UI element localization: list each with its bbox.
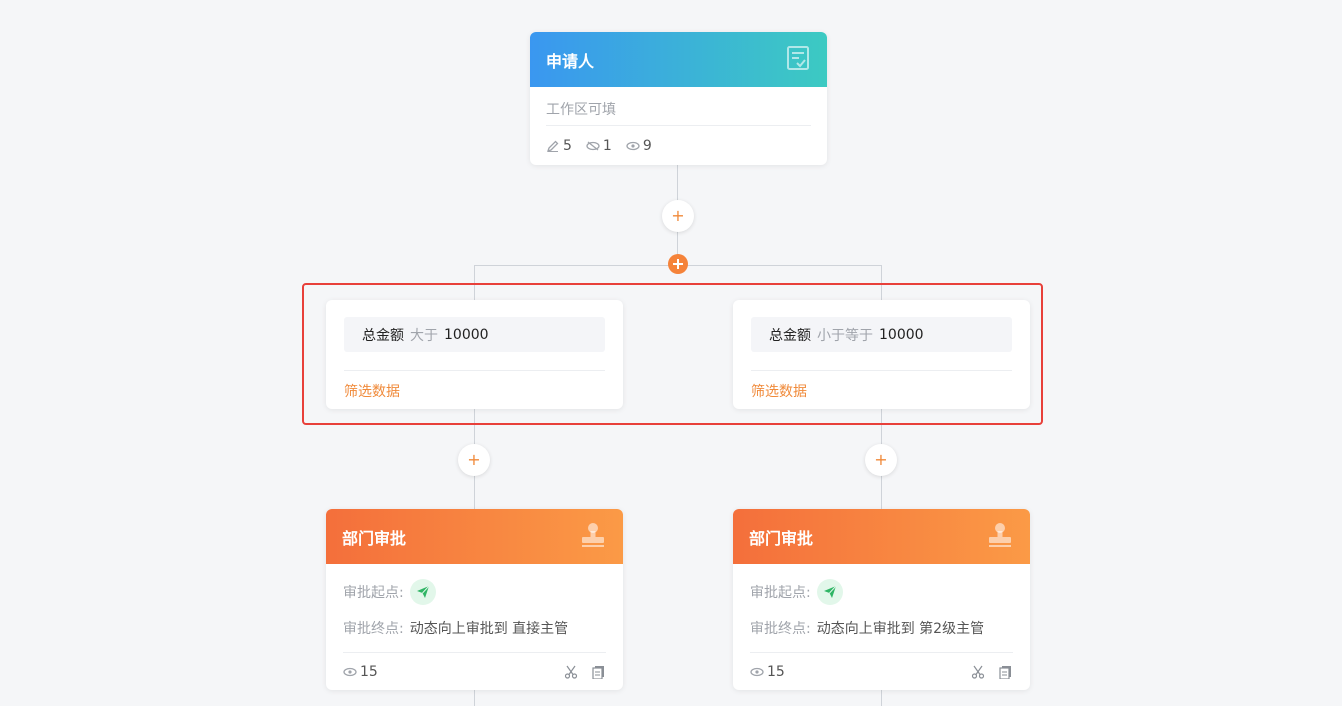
- add-node-button[interactable]: +: [865, 444, 897, 476]
- hidden-stat: 1: [586, 138, 612, 154]
- approval-node-title: 部门审批: [749, 528, 814, 548]
- hidden-count: 1: [602, 138, 612, 154]
- condition-expression: 总金额 大于 10000: [344, 317, 605, 352]
- field-permission-stats: 5 1 9: [546, 126, 811, 165]
- add-node-button[interactable]: +: [662, 200, 694, 232]
- connector-line: [474, 690, 475, 706]
- visible-stat: 15: [750, 664, 785, 680]
- approval-start-row: 审批起点:: [343, 574, 606, 610]
- approval-node-header: 部门审批: [326, 509, 623, 564]
- condition-operator: 小于等于: [817, 327, 873, 344]
- copy-icon[interactable]: [592, 665, 606, 679]
- copy-icon[interactable]: [999, 665, 1013, 679]
- connector-line: [881, 690, 882, 706]
- approval-end-label: 审批终点:: [343, 621, 404, 637]
- scissors-icon[interactable]: [564, 665, 578, 679]
- applicant-node-title: 申请人: [546, 51, 595, 71]
- condition-field: 总金额: [769, 327, 811, 344]
- add-branch-button[interactable]: [668, 254, 688, 274]
- approval-end-label: 审批终点:: [750, 621, 811, 637]
- condition-node-card[interactable]: 总金额 大于 10000 筛选数据: [326, 300, 623, 409]
- form-icon: [787, 45, 809, 74]
- approval-node-title: 部门审批: [342, 528, 407, 548]
- approval-end-row: 审批终点: 动态向上审批到 直接主管: [343, 610, 606, 646]
- approval-start-label: 审批起点:: [750, 585, 811, 601]
- approval-end-value: 动态向上审批到 直接主管: [409, 621, 569, 637]
- editable-count: 5: [563, 138, 572, 154]
- eye-icon: [626, 141, 640, 151]
- approval-node-header: 部门审批: [733, 509, 1030, 564]
- visible-count: 15: [767, 664, 785, 680]
- scissors-icon[interactable]: [971, 665, 985, 679]
- condition-operator: 大于: [410, 327, 438, 344]
- eye-icon: [750, 667, 764, 677]
- applicant-node-card[interactable]: 申请人 工作区可填 5 1 9: [530, 32, 827, 165]
- editable-stat: 5: [546, 138, 572, 154]
- condition-value: 10000: [444, 326, 489, 343]
- filter-data-link[interactable]: 筛选数据: [751, 371, 1012, 401]
- condition-field: 总金额: [362, 327, 404, 344]
- applicant-node-subtitle: 工作区可填: [546, 102, 616, 118]
- applicant-node-header: 申请人: [530, 32, 827, 87]
- condition-node-card[interactable]: 总金额 小于等于 10000 筛选数据: [733, 300, 1030, 409]
- approval-node-card[interactable]: 部门审批 审批起点: 审批终点: 动态向上审批到 第2级主管 15: [733, 509, 1030, 690]
- visible-count: 9: [642, 138, 652, 154]
- visible-stat: 15: [343, 664, 378, 680]
- condition-value: 10000: [879, 326, 924, 343]
- condition-expression: 总金额 小于等于 10000: [751, 317, 1012, 352]
- eye-icon: [343, 667, 357, 677]
- add-node-button[interactable]: +: [458, 444, 490, 476]
- visible-stat: 9: [626, 138, 652, 154]
- pencil-icon: [546, 140, 559, 153]
- paper-plane-icon: [816, 579, 843, 605]
- eye-off-icon: [586, 141, 600, 151]
- visible-count: 15: [360, 664, 378, 680]
- approval-end-value: 动态向上审批到 第2级主管: [816, 621, 985, 637]
- approval-start-label: 审批起点:: [343, 585, 404, 601]
- filter-data-link[interactable]: 筛选数据: [344, 371, 605, 401]
- stamp-icon: [988, 522, 1012, 552]
- approval-start-row: 审批起点:: [750, 574, 1013, 610]
- approval-end-row: 审批终点: 动态向上审批到 第2级主管: [750, 610, 1013, 646]
- paper-plane-icon: [409, 579, 436, 605]
- approval-node-card[interactable]: 部门审批 审批起点: 审批终点: 动态向上审批到 直接主管 15: [326, 509, 623, 690]
- stamp-icon: [581, 522, 605, 552]
